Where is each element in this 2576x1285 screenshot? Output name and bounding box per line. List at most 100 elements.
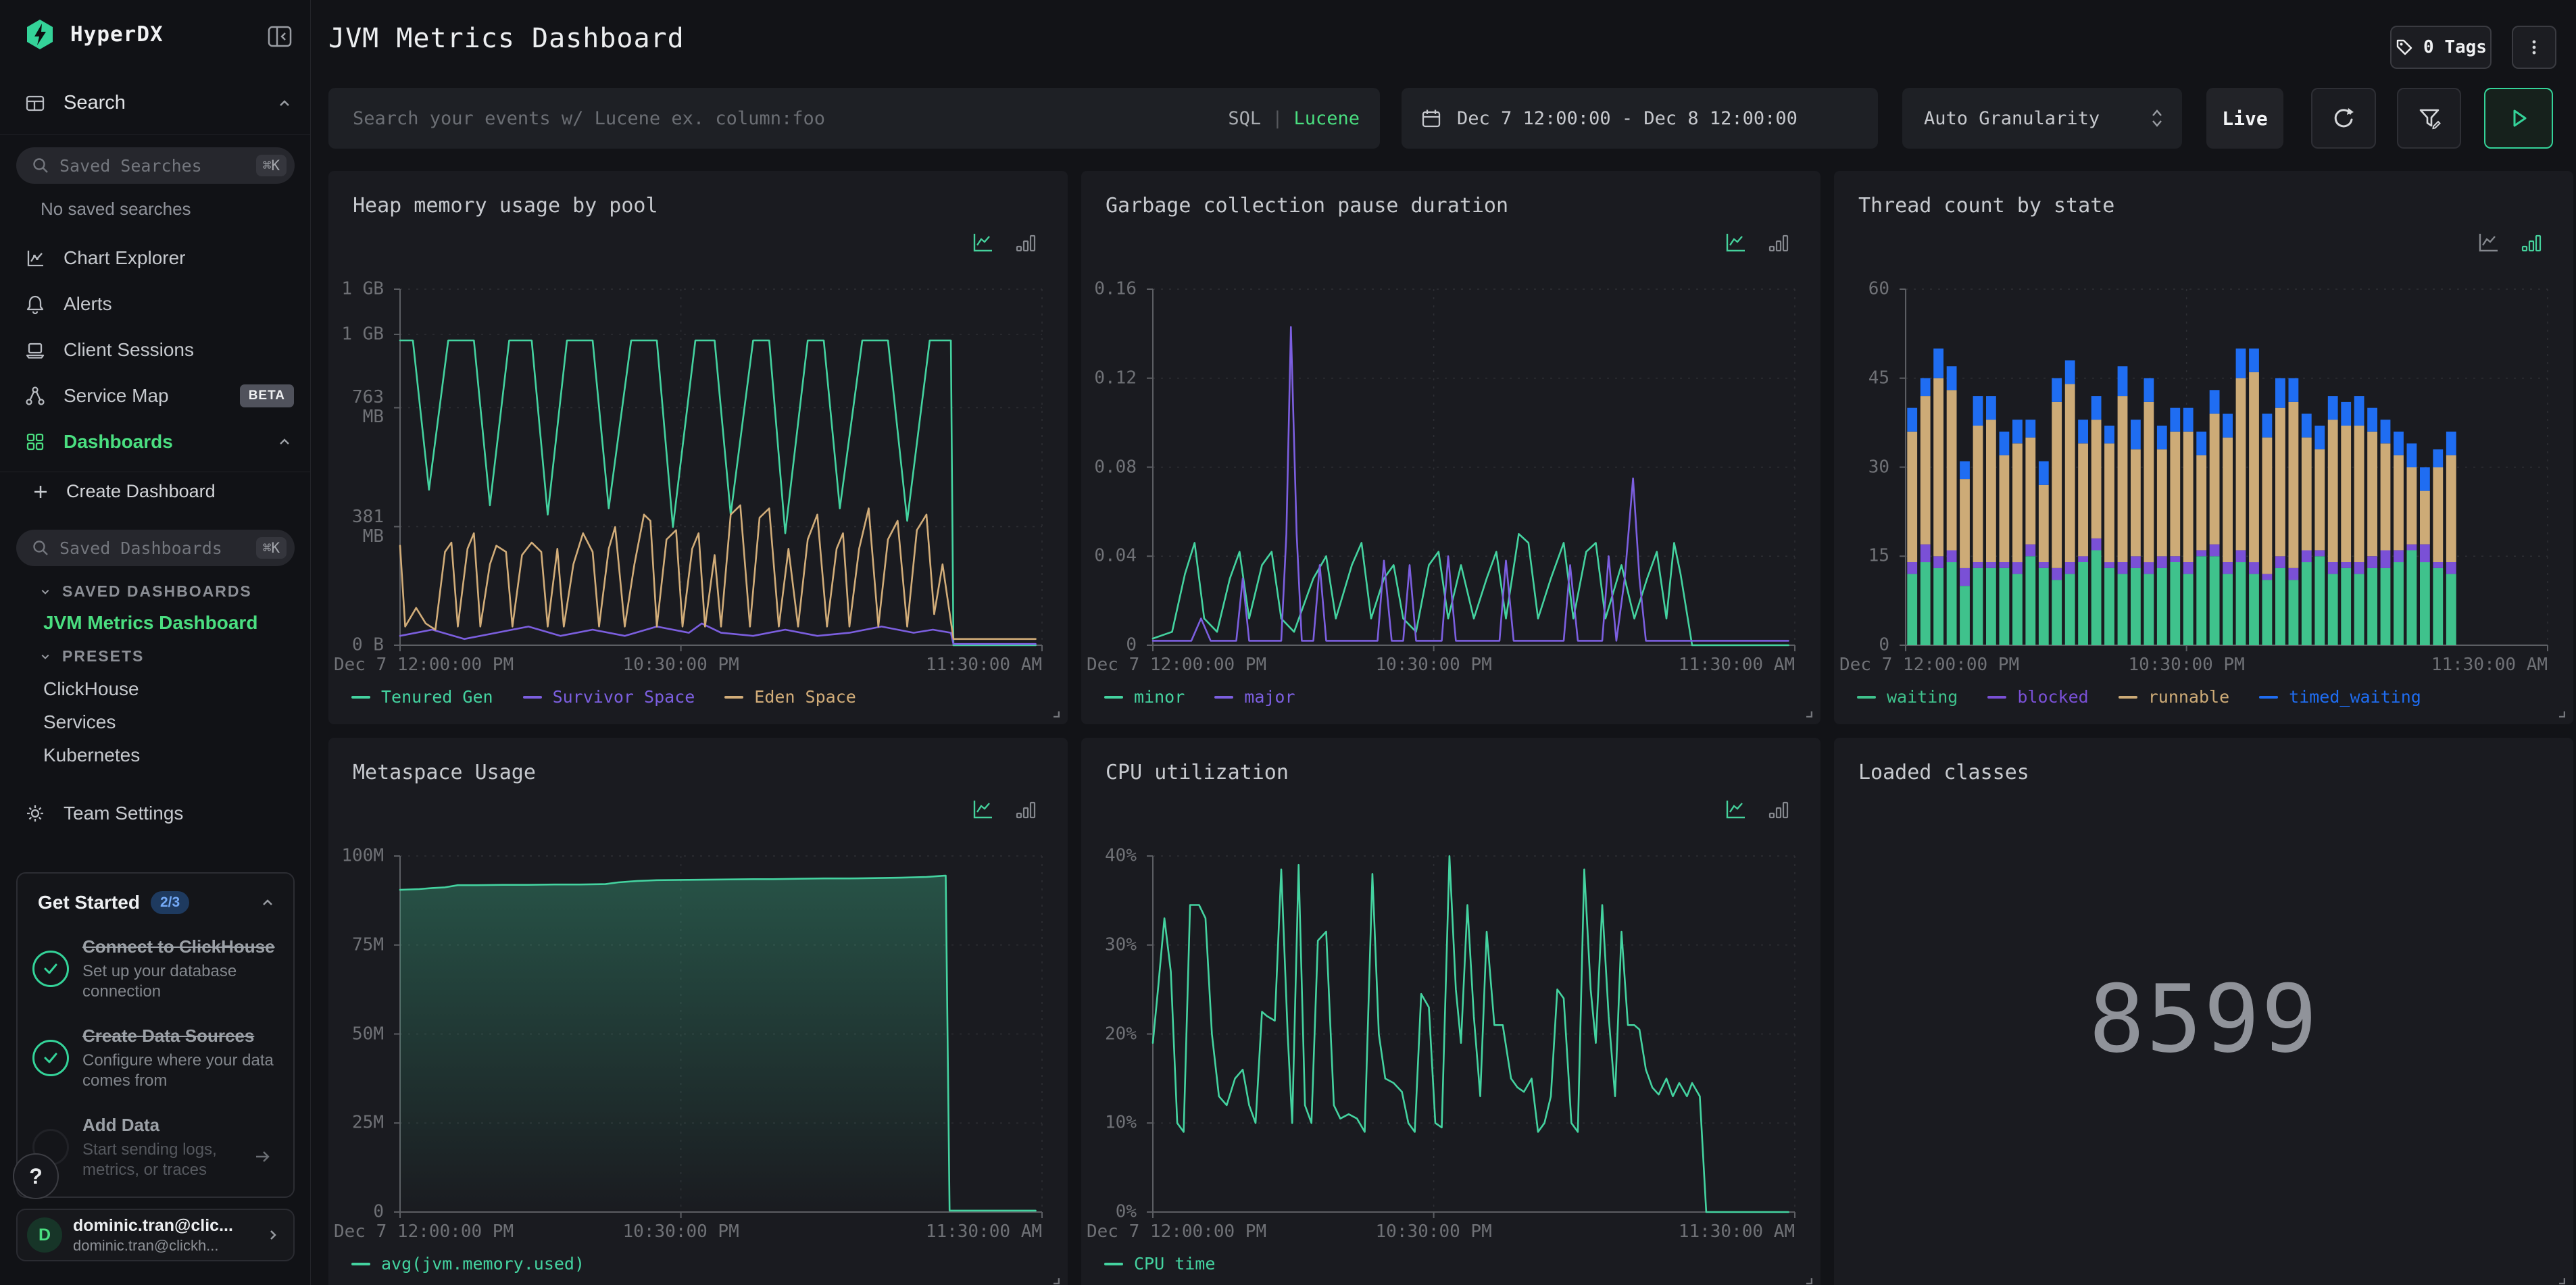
resize-handle[interactable] — [2555, 1274, 2565, 1284]
bar-chart-icon[interactable] — [1766, 797, 1791, 822]
line-chart-icon[interactable] — [970, 797, 995, 822]
get-started-step-sources[interactable]: Create Data Sources Configure where your… — [32, 1025, 277, 1091]
line-chart-icon[interactable] — [1723, 797, 1748, 822]
sidebar-collapse-icon[interactable] — [265, 22, 295, 51]
x-axis-label: 10:30:00 PM — [1375, 1221, 1492, 1242]
tag-icon — [2396, 39, 2412, 55]
y-axis-label: 45 — [1868, 368, 1889, 388]
y-axis-label: 0% — [1115, 1201, 1137, 1222]
stat-value: 8599 — [2088, 965, 2319, 1074]
legend-item[interactable]: blocked — [1987, 687, 2089, 707]
y-axis-label: 10% — [1105, 1112, 1137, 1133]
line-chart-icon[interactable] — [970, 230, 995, 255]
event-search-input[interactable]: Search your events w/ Lucene ex. column:… — [328, 88, 1380, 149]
sidebar-item-dashboards[interactable]: Dashboards — [24, 427, 294, 457]
tags-button[interactable]: 0 Tags — [2390, 26, 2492, 69]
create-dashboard-button[interactable]: Create Dashboard — [31, 481, 216, 502]
y-axis-label: 0.08 — [1094, 457, 1137, 477]
chart-legend: Tenured Gen Survivor Space Eden Space — [351, 687, 856, 707]
legend-item[interactable]: CPU time — [1104, 1254, 1215, 1274]
user-menu[interactable]: D dominic.tran@clic... dominic.tran@clic… — [16, 1209, 295, 1261]
resize-handle[interactable] — [1802, 707, 1812, 717]
sidebar-item-alerts[interactable]: Alerts — [24, 289, 294, 319]
run-query-button[interactable] — [2484, 88, 2553, 149]
more-menu-button[interactable] — [2512, 26, 2556, 69]
sidebar-item-kubernetes[interactable]: Kubernetes — [43, 745, 140, 766]
saved-searches-input[interactable]: Saved Searches ⌘K — [16, 147, 295, 184]
sql-toggle[interactable]: SQL — [1228, 108, 1261, 129]
bar-chart-icon[interactable] — [2519, 230, 2544, 255]
sidebar-item-service-map[interactable]: Service Map BETA — [24, 381, 294, 411]
user-email: dominic.tran@clickh... — [73, 1236, 219, 1254]
bar-chart-icon[interactable] — [1014, 230, 1038, 255]
get-started-step-add-data[interactable]: Add Data Start sending logs, metrics, or… — [32, 1114, 277, 1180]
legend-item[interactable]: runnable — [2118, 687, 2229, 707]
refresh-button[interactable] — [2311, 88, 2376, 149]
legend-swatch — [1214, 695, 1234, 699]
sidebar-item-services[interactable]: Services — [43, 711, 116, 733]
legend-label: avg(jvm.memory.used) — [381, 1254, 585, 1274]
line-chart-icon[interactable] — [2476, 230, 2500, 255]
resize-handle[interactable] — [1049, 1274, 1060, 1284]
legend-label: CPU time — [1134, 1254, 1216, 1274]
help-label: ? — [29, 1163, 43, 1188]
resize-handle[interactable] — [2555, 707, 2565, 717]
preset-label: Services — [43, 711, 116, 732]
legend-item[interactable]: minor — [1104, 687, 1185, 707]
x-axis-label: Dec 7 12:00:00 PM — [334, 655, 514, 675]
help-button[interactable]: ? — [13, 1153, 59, 1199]
tile-heap-memory-usage-by-pool: Heap memory usage by pool 1 GB 1 GB 763 MB… — [328, 171, 1068, 724]
sidebar-item-clickhouse[interactable]: ClickHouse — [43, 678, 139, 700]
legend-item[interactable]: waiting — [1857, 687, 1958, 707]
chevron-down-icon — [41, 589, 49, 595]
legend-item[interactable]: Eden Space — [724, 687, 856, 707]
saved-dashboards-input[interactable]: Saved Dashboards ⌘K — [16, 530, 295, 566]
legend-item[interactable]: Survivor Space — [522, 687, 695, 707]
preset-label: ClickHouse — [43, 678, 139, 699]
legend-item[interactable]: Tenured Gen — [351, 687, 493, 707]
y-axis-label: 0.04 — [1094, 545, 1137, 566]
resize-handle[interactable] — [1802, 1274, 1812, 1284]
chart-plot — [1147, 288, 1795, 651]
bar-chart-icon[interactable] — [1014, 797, 1038, 822]
search-icon — [33, 158, 48, 173]
y-axis-label: 0 — [373, 1201, 384, 1222]
line-chart-icon[interactable] — [1723, 230, 1748, 255]
legend-item[interactable]: timed_waiting — [2259, 687, 2421, 707]
legend-item[interactable]: major — [1214, 687, 1295, 707]
sidebar-item-chart-explorer[interactable]: Chart Explorer — [24, 243, 294, 273]
sidebar-item-team-settings[interactable]: Team Settings — [24, 799, 294, 828]
y-axis-label: 381 MB — [352, 506, 384, 547]
saved-searches-placeholder: Saved Searches — [59, 155, 202, 176]
bar-chart-icon[interactable] — [1766, 230, 1791, 255]
date-range-input[interactable]: Dec 7 12:00:00 - Dec 8 12:00:00 — [1402, 88, 1878, 149]
group-presets[interactable]: PRESETS — [38, 647, 144, 665]
x-axis-label: 11:30:00 AM — [925, 655, 1042, 675]
legend-swatch — [1987, 695, 2007, 699]
sidebar-item-search[interactable]: Search — [24, 92, 294, 114]
resize-handle[interactable] — [1049, 707, 1060, 717]
filter-edit-button[interactable] — [2397, 88, 2461, 149]
lucene-toggle[interactable]: Lucene — [1293, 108, 1360, 129]
sidebar-item-client-sessions[interactable]: Client Sessions — [24, 335, 294, 365]
x-axis-label: 10:30:00 PM — [622, 1221, 739, 1242]
live-button[interactable]: Live — [2206, 88, 2283, 149]
y-axis-label: 30% — [1105, 934, 1137, 955]
plus-icon — [34, 485, 47, 498]
filter-icon — [2419, 109, 2441, 130]
date-range-value: Dec 7 12:00:00 - Dec 8 12:00:00 — [1457, 107, 1798, 129]
group-saved-dashboards[interactable]: SAVED DASHBOARDS — [38, 582, 252, 601]
y-axis-label: 0.16 — [1094, 278, 1137, 299]
legend-item[interactable]: avg(jvm.memory.used) — [351, 1254, 585, 1274]
arrow-right-icon — [256, 1151, 270, 1162]
tile-cpu-utilization: CPU utilization 40% 30% 20% 10% 0% Dec 7 12:… — [1081, 738, 1820, 1285]
chevron-up-icon[interactable] — [275, 94, 294, 113]
chart-title: Loaded classes — [1858, 761, 2029, 784]
granularity-select[interactable]: Auto Granularity — [1902, 88, 2182, 149]
get-started-step-connect[interactable]: Connect to ClickHouse Set up your databa… — [32, 936, 277, 1002]
chevron-up-icon[interactable] — [258, 893, 277, 912]
dashboards-icon — [26, 433, 44, 451]
sidebar-item-jvm-metrics-dashboard[interactable]: JVM Metrics Dashboard — [43, 612, 257, 634]
chevron-up-icon[interactable] — [275, 432, 294, 451]
bell-icon — [26, 295, 44, 315]
